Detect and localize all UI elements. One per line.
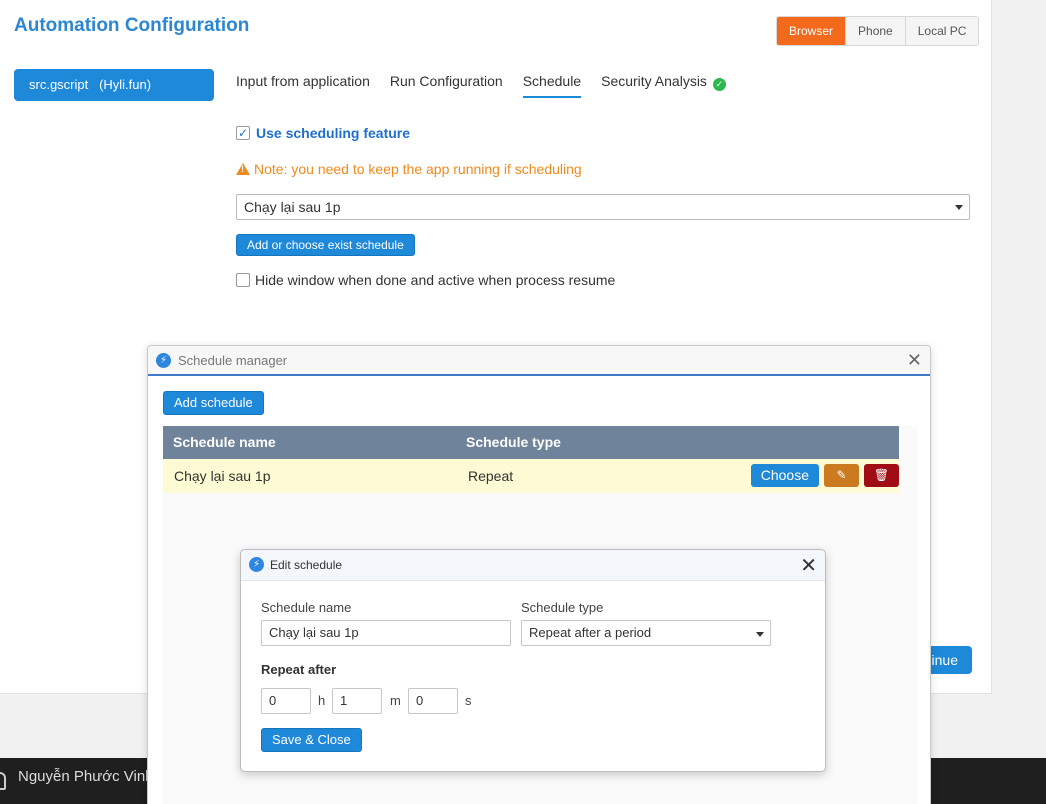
schedule-select-value: Chạy lại sau 1p [244, 199, 341, 215]
dialog-title: Edit schedule [270, 558, 343, 572]
hide-window-label: Hide window when done and active when pr… [255, 272, 616, 288]
taskbar-user-name[interactable]: Nguyễn Phước Vinh [18, 768, 154, 785]
choose-button[interactable]: Choose [750, 464, 819, 487]
hours-input[interactable]: 0 [261, 688, 311, 714]
seconds-unit: s [465, 693, 472, 708]
platform-phone-button[interactable]: Phone [845, 17, 905, 45]
dialog-header: ⚡ Edit schedule ✕ [241, 550, 825, 581]
close-icon[interactable]: ✕ [800, 553, 817, 578]
schedule-type-cell: Repeat [468, 468, 514, 484]
edit-schedule-dialog: ⚡ Edit schedule ✕ Schedule name Chạy lại… [240, 549, 826, 772]
page-title: Automation Configuration [14, 15, 250, 36]
tab-input-from-application[interactable]: Input from application [236, 73, 370, 98]
add-schedule-button[interactable]: Add schedule [163, 391, 264, 415]
trash-icon[interactable]: 🗑 [864, 464, 899, 487]
use-scheduling-label: Use scheduling feature [256, 125, 411, 141]
save-and-close-button[interactable]: Save & Close [261, 728, 362, 752]
seconds-input[interactable]: 0 [408, 688, 458, 714]
platform-selector: Browser Phone Local PC [776, 16, 980, 46]
table-row[interactable]: Chạy lại sau 1p Repeat Choose ✎ 🗑 [163, 459, 899, 493]
schedule-type-select[interactable]: Repeat after a period [521, 620, 771, 646]
hours-unit: h [318, 693, 326, 708]
minutes-unit: m [390, 693, 401, 708]
schedule-table: Schedule name Schedule type Chạy lại sau… [163, 426, 899, 493]
table-header: Schedule name Schedule type [163, 426, 899, 459]
platform-browser-button[interactable]: Browser [777, 17, 846, 45]
schedule-select[interactable]: Chạy lại sau 1p [236, 194, 970, 220]
app-logo-icon: ⚡ [156, 353, 171, 368]
add-or-choose-schedule-button[interactable]: Add or choose exist schedule [236, 234, 415, 256]
config-tabs: Input from application Run Configuration… [236, 73, 726, 98]
schedule-name-cell: Chạy lại sau 1p [174, 468, 271, 484]
check-circle-icon: ✓ [712, 78, 726, 91]
platform-local-pc-button[interactable]: Local PC [904, 17, 979, 45]
schedule-name-label: Schedule name [261, 600, 352, 615]
hide-window-checkbox[interactable] [236, 273, 250, 287]
tab-label: Input from application [236, 73, 370, 89]
repeat-after-label: Repeat after [261, 662, 337, 677]
chevron-down-icon [756, 632, 764, 637]
tab-run-configuration[interactable]: Run Configuration [390, 73, 503, 98]
hide-window-option: Hide window when done and active when pr… [236, 272, 615, 288]
schedule-name-input[interactable]: Chạy lại sau 1p [261, 620, 511, 646]
edit-icon[interactable]: ✎ [824, 464, 859, 487]
minutes-input[interactable]: 1 [332, 688, 382, 714]
tab-label: Security Analysis [601, 73, 707, 89]
column-header-type: Schedule type [466, 434, 561, 450]
use-scheduling-checkbox[interactable]: ✓ [236, 126, 250, 140]
chevron-down-icon [955, 205, 963, 210]
close-icon[interactable]: ✕ [907, 350, 922, 371]
dialog-header: ⚡ Schedule manager ✕ [148, 346, 930, 376]
script-selector-button[interactable]: src.gscript (Hyli.fun) [14, 69, 214, 101]
column-header-name: Schedule name [173, 434, 276, 450]
app-logo-icon: ⚡ [249, 557, 264, 572]
use-scheduling-option: ✓ Use scheduling feature [236, 125, 410, 141]
tab-schedule[interactable]: Schedule [522, 73, 582, 98]
row-actions: Choose ✎ 🗑 [750, 464, 899, 487]
user-icon [0, 772, 6, 790]
tab-security-analysis[interactable]: Security Analysis ✓ [601, 73, 726, 98]
scheduling-note: Note: you need to keep the app running i… [236, 161, 582, 177]
schedule-type-value: Repeat after a period [529, 625, 652, 640]
warning-icon [236, 163, 250, 175]
tab-label: Schedule [522, 73, 582, 89]
dialog-title: Schedule manager [178, 353, 288, 368]
schedule-type-label: Schedule type [521, 600, 604, 615]
scheduling-note-text: Note: you need to keep the app running i… [254, 161, 582, 177]
tab-label: Run Configuration [389, 73, 503, 89]
